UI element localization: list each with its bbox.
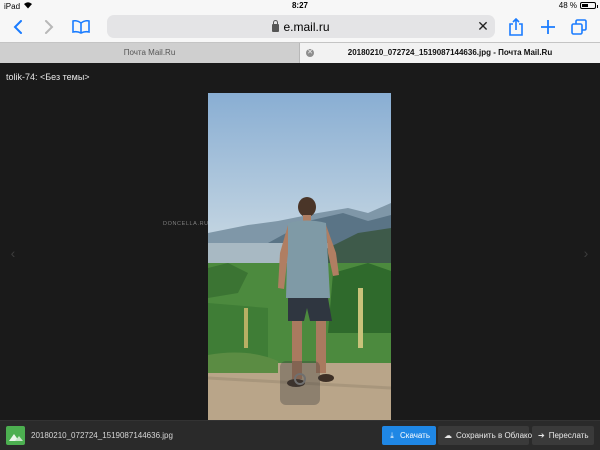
tab-label: 20180210_072724_1519087144636.jpg - Почт… [347,48,553,57]
forward-button[interactable]: ➔ Переслать [532,426,594,445]
tab-mail[interactable]: Почта Mail.Ru [0,43,300,63]
download-label: Скачать [400,431,430,440]
status-bar: iPad 8:27 48 % [0,0,600,12]
tab-label: Почта Mail.Ru [123,48,176,57]
battery-icon [580,2,598,9]
image-viewer: tolik-74: <Без темы> ‹ › DONCELLA.RU [0,63,600,420]
share-icon [509,18,523,36]
watermark: DONCELLA.RU [163,221,209,227]
battery-level [582,4,588,7]
tabs-overview-button[interactable] [568,16,590,38]
download-button[interactable]: ⤓ Скачать [382,426,436,445]
url-text: e.mail.ru [283,20,330,34]
forward-label: Переслать [548,431,589,440]
url-display: e.mail.ru [107,20,495,34]
photo-image [208,93,391,420]
address-bar[interactable]: e.mail.ru ✕ [107,15,495,38]
clock: 8:27 [291,1,308,10]
ipad-safari-screen: iPad 8:27 48 % e.mail.ru ✕ Почта Mail.Ru… [0,0,600,450]
attachment-bar: 20180210_072724_1519087144636.jpg ⤓ Скач… [0,420,600,450]
bookmarks-button[interactable] [70,16,92,38]
browser-toolbar: e.mail.ru ✕ [0,12,600,48]
lock-icon [272,20,280,32]
save-to-cloud-button[interactable]: ☁ Сохранить в Облако [438,426,533,445]
new-tab-button[interactable] [537,16,559,38]
status-right: 48 % [558,1,598,10]
download-icon: ⤓ [390,430,394,440]
previous-image-button[interactable]: ‹ [6,246,20,260]
message-sender-subject: tolik-74: <Без темы> [6,72,90,82]
tabs-icon [571,19,587,35]
book-icon [72,20,90,34]
close-tab-icon[interactable]: ✕ [306,49,314,57]
next-image-button[interactable]: › [579,246,593,260]
cloud-icon: ☁ [444,430,452,440]
chevron-left-icon [13,20,22,34]
image-file-icon [6,426,25,445]
tab-strip: Почта Mail.Ru ✕ 20180210_072724_15190871… [0,42,600,63]
battery-percent: 48 % [558,1,577,10]
save-cloud-label: Сохранить в Облако [456,431,533,440]
chevron-right-icon [45,20,54,34]
chevron-left-icon: ‹ [10,245,16,261]
attached-photo[interactable] [208,93,391,420]
plus-icon [541,20,555,34]
back-button[interactable] [7,16,29,38]
chevron-right-icon: › [583,245,589,261]
arrow-right-icon: ➔ [538,430,545,440]
stop-loading-button[interactable]: ✕ [476,19,490,33]
attachment-filename: 20180210_072724_1519087144636.jpg [31,431,173,440]
tab-image[interactable]: ✕ 20180210_072724_1519087144636.jpg - По… [300,43,600,63]
forward-button[interactable] [38,16,60,38]
share-button[interactable] [505,16,527,38]
close-icon: ✕ [477,18,489,34]
